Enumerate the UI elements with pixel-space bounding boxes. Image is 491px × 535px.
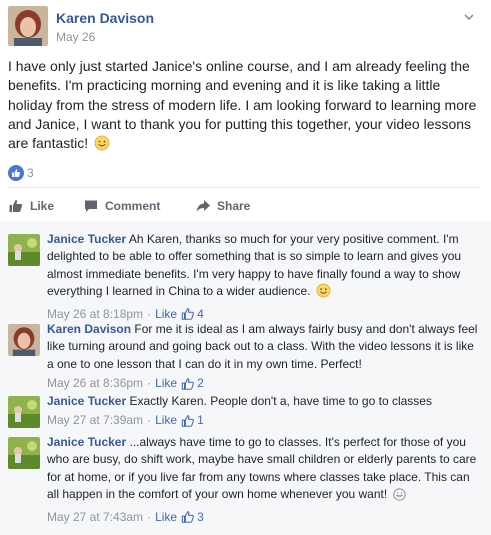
janice-avatar[interactable] bbox=[8, 437, 40, 469]
meta-separator: · bbox=[147, 376, 152, 391]
janice-avatar[interactable] bbox=[8, 396, 40, 428]
comment-meta: May 27 at 7:43am · Like 3 bbox=[47, 509, 480, 526]
divider bbox=[8, 187, 480, 188]
comment-meta: May 27 at 7:39am · Like 1 bbox=[47, 412, 480, 429]
meta-separator: · bbox=[147, 413, 152, 428]
post-date[interactable]: May 26 bbox=[56, 30, 95, 44]
share-icon bbox=[196, 200, 210, 212]
comment-button[interactable]: Comment bbox=[83, 196, 160, 216]
share-label: Share bbox=[217, 199, 251, 213]
comment-body: Janice Tucker Ah Karen, thanks so much f… bbox=[47, 231, 480, 323]
facebook-post: Karen Davison May 26 I have only just st… bbox=[0, 0, 491, 535]
thumbs-up-icon bbox=[181, 511, 194, 524]
comment-label: Comment bbox=[105, 199, 161, 213]
smile-emoji-icon bbox=[316, 283, 331, 303]
thumbs-up-icon bbox=[9, 199, 23, 212]
reaction-count: 3 bbox=[27, 166, 34, 180]
comment-author[interactable]: Karen Davison bbox=[47, 322, 131, 336]
comment-body: Janice Tucker ...always have time to go … bbox=[47, 434, 480, 526]
like-label: Like bbox=[30, 199, 55, 213]
comment-like-count[interactable]: 3 bbox=[181, 509, 204, 526]
meta-separator: · bbox=[147, 509, 152, 524]
comment-like-button[interactable]: Like bbox=[155, 412, 177, 429]
thumbs-up-icon bbox=[181, 308, 194, 321]
comment-meta: May 26 at 8:36pm · Like 2 bbox=[47, 375, 480, 392]
like-reaction-icon bbox=[8, 165, 24, 184]
like-count-value: 1 bbox=[197, 413, 204, 428]
comment-like-button[interactable]: Like bbox=[155, 509, 177, 526]
post-author[interactable]: Karen Davison bbox=[56, 10, 154, 26]
comment-like-count[interactable]: 2 bbox=[181, 375, 204, 392]
thumbs-up-icon bbox=[181, 378, 194, 390]
comment-text: Exactly Karen. People don't a, have time… bbox=[129, 394, 432, 408]
comment-like-count[interactable]: 1 bbox=[181, 412, 204, 429]
janice-avatar[interactable] bbox=[8, 234, 40, 266]
comment-like-button[interactable]: Like bbox=[155, 375, 177, 392]
comment-time[interactable]: May 27 at 7:43am bbox=[47, 509, 143, 526]
comment-author[interactable]: Janice Tucker bbox=[47, 394, 126, 408]
like-button[interactable]: Like bbox=[8, 196, 54, 216]
share-button[interactable]: Share bbox=[195, 196, 250, 216]
comment-time[interactable]: May 27 at 7:39am bbox=[47, 412, 143, 429]
comment-body: Karen Davison For me it is ideal as I am… bbox=[47, 321, 480, 393]
comment-body: Janice Tucker Exactly Karen. People don'… bbox=[47, 393, 480, 430]
comment-icon bbox=[85, 200, 97, 212]
post-actions: Like Comment Share bbox=[8, 196, 480, 216]
like-count-value: 2 bbox=[197, 376, 204, 391]
post-header: Karen Davison May 26 bbox=[8, 6, 488, 46]
comment-time[interactable]: May 26 at 8:36pm bbox=[47, 375, 143, 392]
comment-author[interactable]: Janice Tucker bbox=[47, 232, 126, 246]
like-count-value: 3 bbox=[197, 509, 204, 524]
karen-avatar[interactable] bbox=[8, 324, 40, 356]
post-body: I have only just started Janice's online… bbox=[8, 58, 477, 152]
karen-avatar[interactable] bbox=[8, 6, 48, 46]
post-text: I have only just started Janice's online… bbox=[8, 57, 480, 156]
thumbs-up-icon bbox=[181, 415, 194, 427]
chevron-down-icon[interactable] bbox=[464, 12, 474, 22]
grin-emoji-icon bbox=[392, 488, 406, 506]
smile-emoji-icon bbox=[94, 135, 110, 156]
comment-author[interactable]: Janice Tucker bbox=[47, 435, 126, 449]
